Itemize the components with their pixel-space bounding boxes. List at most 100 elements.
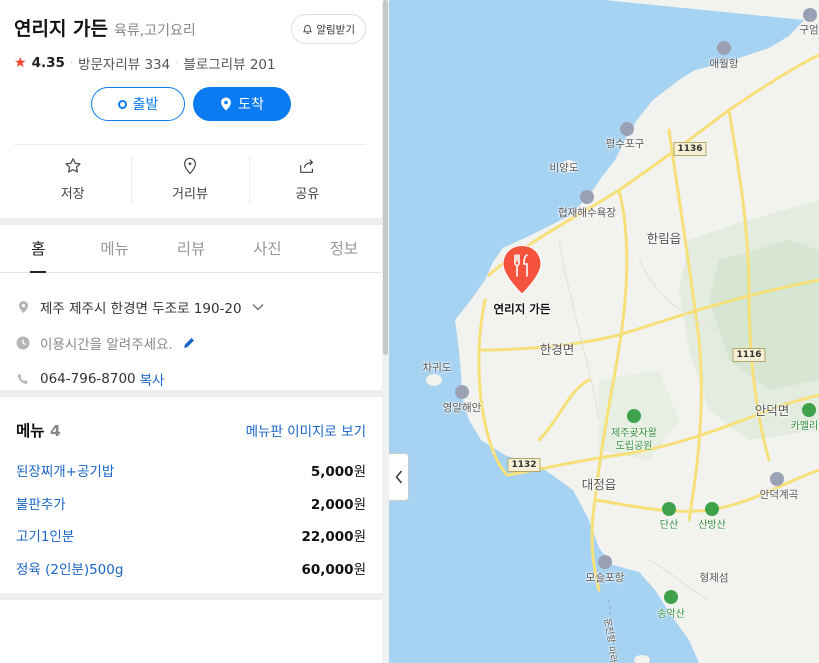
port-icon[interactable]	[598, 555, 612, 569]
collapse-panel-button[interactable]	[389, 453, 409, 501]
menu-image-link[interactable]: 메뉴판 이미지로 보기	[246, 420, 366, 440]
menu-item-price-unit: 원	[353, 529, 366, 546]
beach-icon[interactable]	[580, 190, 594, 204]
share-icon	[300, 159, 314, 173]
phone-icon	[16, 373, 30, 385]
separator-dot: ·	[69, 57, 74, 69]
map-label-dansan: 단산	[659, 520, 679, 531]
menu-section: 메뉴 4 메뉴판 이미지로 보기 된장찌개+공기밥 5,000원 불판추가 2,…	[0, 397, 382, 593]
valley-icon[interactable]	[770, 472, 784, 486]
blog-review-link[interactable]: 블로그리뷰 201	[183, 53, 275, 73]
location-pin-icon	[221, 97, 232, 111]
menu-item-price: 2,000원	[311, 493, 366, 513]
menu-item[interactable]: 정육 (2인분)500g 60,000원	[16, 552, 366, 585]
menu-item[interactable]: 고기1인분 22,000원	[16, 519, 366, 552]
menu-item[interactable]: 불판추가 2,000원	[16, 487, 366, 520]
arrive-button[interactable]: 도착	[193, 87, 291, 121]
action-bar: 저장 거리뷰 공유	[14, 144, 366, 218]
menu-item-price: 22,000원	[301, 525, 366, 545]
tab-photo[interactable]: 사진	[229, 225, 305, 272]
port-icon[interactable]	[717, 41, 731, 55]
map-label-songak: 송악산	[657, 609, 685, 620]
star-outline-icon	[65, 158, 81, 173]
map-label-sanbang: 산방산	[698, 520, 726, 531]
tab-menu[interactable]: 메뉴	[76, 225, 152, 272]
place-panel: 연리지 가든 육류,고기요리 알림받기 ★ 4.35 · 방문자리뷰 334 ·…	[0, 0, 382, 663]
menu-item-name: 불판추가	[16, 496, 66, 513]
menu-item-price-unit: 원	[353, 496, 366, 513]
section-divider	[0, 593, 382, 600]
road-number-sign: 1132	[507, 458, 541, 472]
save-label: 저장	[60, 187, 85, 202]
tab-review[interactable]: 리뷰	[153, 225, 229, 272]
place-header: 연리지 가든 육류,고기요리 알림받기 ★ 4.35 · 방문자리뷰 334 ·…	[0, 0, 382, 82]
menu-count: 4	[49, 422, 61, 440]
pencil-icon[interactable]	[183, 337, 195, 349]
scrollbar-thumb[interactable]	[383, 0, 388, 355]
map-label-chagwido: 차귀도	[422, 362, 452, 374]
separator-dot: ·	[175, 57, 179, 69]
arrive-label: 도착	[238, 97, 264, 113]
hours-row[interactable]: 이용시간을 알려주세요.	[16, 325, 366, 361]
panel-scrollbar[interactable]	[382, 0, 389, 663]
location-icon	[16, 300, 30, 314]
alarm-button[interactable]: 알림받기	[291, 14, 366, 44]
menu-item[interactable]: 된장찌개+공기밥 5,000원	[16, 454, 366, 487]
menu-title-text: 메뉴	[16, 422, 45, 440]
hours-text: 이용시간을 알려주세요.	[40, 337, 173, 353]
rating-row: ★ 4.35 · 방문자리뷰 334 · 블로그리뷰 201	[14, 53, 366, 73]
menu-item-price: 5,000원	[311, 460, 366, 480]
island	[426, 374, 442, 386]
chevron-down-icon[interactable]	[252, 303, 264, 311]
road-number-sign: 1116	[732, 348, 766, 362]
park-icon[interactable]	[802, 403, 816, 417]
marker-label: 연리지 가든	[493, 302, 551, 316]
map-label-camellia: 카멜리아	[790, 421, 819, 432]
menu-item-price-value: 60,000	[301, 561, 354, 578]
menu-item-name: 된장찌개+공기밥	[16, 464, 115, 481]
map-label-pyeongsu: 평수포구	[605, 138, 645, 150]
mountain-icon[interactable]	[664, 590, 678, 604]
clock-icon	[16, 336, 30, 350]
menu-item-price-value: 2,000	[310, 496, 354, 513]
section-divider	[0, 390, 382, 397]
map-view[interactable]: 1136 1116 1132 애월항 구엄 평수포구 비양도 협재해수욕장 한림…	[389, 0, 819, 663]
street-view-button[interactable]: 거리뷰	[131, 157, 248, 218]
menu-item-price-unit: 원	[353, 561, 366, 578]
address-text: 제주 제주시 한경면 두조로 190-20	[40, 301, 242, 317]
info-section: 제주 제주시 한경면 두조로 190-20 이용시간을 알려주세요. 064-7…	[0, 273, 382, 390]
street-view-label: 거리뷰	[172, 187, 208, 202]
tab-home[interactable]: 홈	[0, 225, 76, 273]
start-label: 출발	[132, 97, 159, 113]
park-icon[interactable]	[627, 409, 641, 423]
menu-item-price-value: 22,000	[301, 529, 354, 546]
place-category: 육류,고기요리	[114, 23, 196, 39]
port-icon[interactable]	[620, 122, 634, 136]
restaurant-marker-icon[interactable]	[501, 244, 543, 296]
place-name: 연리지 가든	[14, 18, 109, 40]
address-row[interactable]: 제주 제주시 한경면 두조로 190-20	[16, 289, 366, 325]
map-label-hallim: 한림읍	[646, 231, 682, 246]
beach-icon[interactable]	[455, 385, 469, 399]
star-icon: ★	[14, 55, 27, 71]
menu-item-name: 정육 (2인분)500g	[16, 561, 124, 578]
map-label-daejeong: 대정읍	[581, 477, 617, 492]
tab-info[interactable]: 정보	[306, 225, 382, 272]
start-button[interactable]: 출발	[91, 87, 185, 121]
mountain-icon[interactable]	[662, 502, 676, 516]
port-icon[interactable]	[803, 8, 817, 22]
share-button[interactable]: 공유	[248, 157, 366, 218]
map-label-yeongal: 영알해안	[442, 402, 482, 414]
menu-title: 메뉴 4	[16, 419, 61, 441]
alarm-label: 알림받기	[316, 23, 355, 36]
menu-item-name: 고기1인분	[16, 529, 75, 546]
map-label-aewol: 애월항	[709, 58, 739, 70]
mountain-icon[interactable]	[705, 502, 719, 516]
menu-list: 된장찌개+공기밥 5,000원 불판추가 2,000원 고기1인분 22,000…	[16, 454, 366, 584]
section-divider	[0, 218, 382, 225]
visitor-review-link[interactable]: 방문자리뷰 334	[78, 53, 170, 73]
save-button[interactable]: 저장	[14, 157, 131, 218]
copy-button[interactable]: 복사	[140, 369, 165, 389]
map-label-moseulpo: 모슬포항	[585, 572, 625, 584]
phone-number: 064-796-8700	[40, 371, 136, 387]
